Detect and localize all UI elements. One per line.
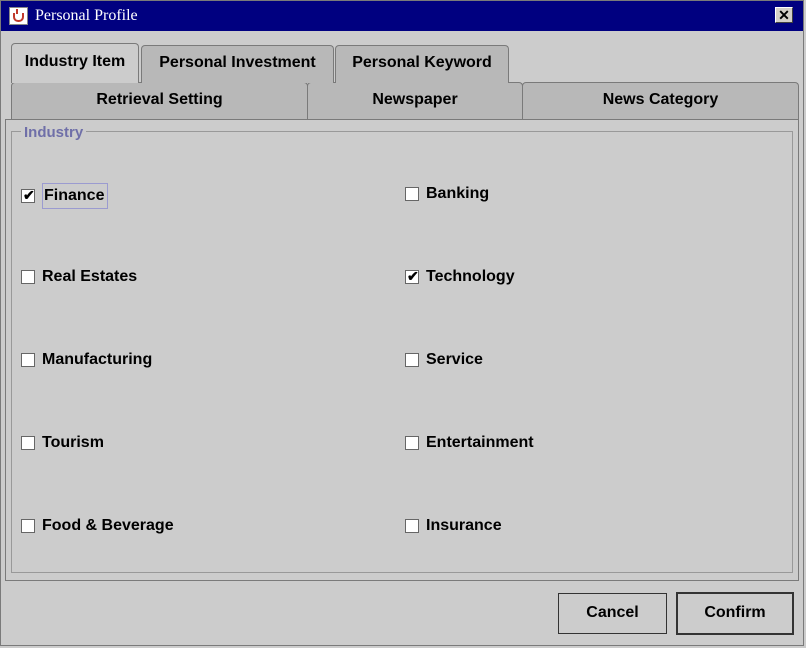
checkbox-service[interactable]: Service	[405, 350, 483, 370]
tab-label: Personal Investment	[159, 54, 316, 71]
checkbox-box[interactable]	[405, 187, 419, 201]
tab-label: News Category	[602, 91, 719, 108]
checkbox-technology[interactable]: ✔ Technology	[405, 267, 515, 287]
tab-news-category[interactable]: News Category	[522, 82, 799, 119]
checkbox-box[interactable]: ✔	[405, 268, 419, 284]
tab-industry-item[interactable]: Industry Item	[11, 43, 139, 83]
checkbox-label: Technology	[426, 268, 515, 285]
checkbox-box[interactable]	[405, 519, 419, 533]
checkbox-label: Tourism	[42, 434, 104, 451]
checkmark-icon: ✔	[23, 187, 35, 203]
checkbox-label: Service	[426, 351, 483, 368]
checkbox-food-beverage[interactable]: Food & Beverage	[21, 516, 174, 536]
checkbox-banking[interactable]: Banking	[405, 184, 489, 204]
window-title: Personal Profile	[35, 7, 138, 24]
tab-label: Retrieval Setting	[96, 91, 223, 108]
tab-personal-keyword[interactable]: Personal Keyword	[335, 45, 509, 83]
tab-newspaper[interactable]: Newspaper	[307, 82, 523, 119]
checkbox-box[interactable]: ✔	[21, 187, 35, 203]
checkbox-label: Finance	[42, 183, 109, 209]
tab-label: Personal Keyword	[352, 54, 492, 71]
checkbox-box[interactable]	[21, 519, 35, 533]
checkbox-finance[interactable]: ✔ Finance	[21, 183, 109, 209]
checkbox-label: Real Estates	[42, 268, 138, 285]
checkbox-box[interactable]	[21, 436, 35, 450]
checkbox-real-estates[interactable]: Real Estates	[21, 267, 137, 287]
checkbox-insurance[interactable]: Insurance	[405, 516, 502, 536]
checkbox-tourism[interactable]: Tourism	[21, 433, 104, 453]
industry-group-title: Industry	[21, 124, 87, 142]
tab-personal-investment[interactable]: Personal Investment	[141, 45, 334, 83]
title-bar[interactable]: Personal Profile ✕	[1, 1, 803, 31]
checkbox-entertainment[interactable]: Entertainment	[405, 433, 534, 453]
checkbox-label: Manufacturing	[42, 351, 153, 368]
tab-label: Industry Item	[24, 53, 126, 70]
checkbox-box[interactable]	[405, 353, 419, 367]
checkbox-label: Food & Beverage	[42, 517, 174, 534]
checkbox-label: Entertainment	[426, 434, 534, 451]
checkbox-box[interactable]	[21, 353, 35, 367]
checkbox-label: Banking	[426, 185, 490, 202]
checkbox-box[interactable]	[405, 436, 419, 450]
close-button[interactable]: ✕	[775, 7, 793, 23]
cancel-button[interactable]: Cancel	[558, 593, 667, 634]
tab-label: Newspaper	[372, 91, 458, 108]
confirm-button[interactable]: Confirm	[676, 592, 794, 635]
checkbox-label: Insurance	[426, 517, 502, 534]
checkbox-manufacturing[interactable]: Manufacturing	[21, 350, 152, 370]
personal-profile-window: Personal Profile ✕ Retrieval Setting New…	[0, 0, 804, 646]
checkmark-icon: ✔	[407, 268, 419, 284]
coffee-cup-icon	[9, 7, 28, 25]
checkbox-box[interactable]	[21, 270, 35, 284]
tab-retrieval-setting[interactable]: Retrieval Setting	[11, 82, 308, 119]
